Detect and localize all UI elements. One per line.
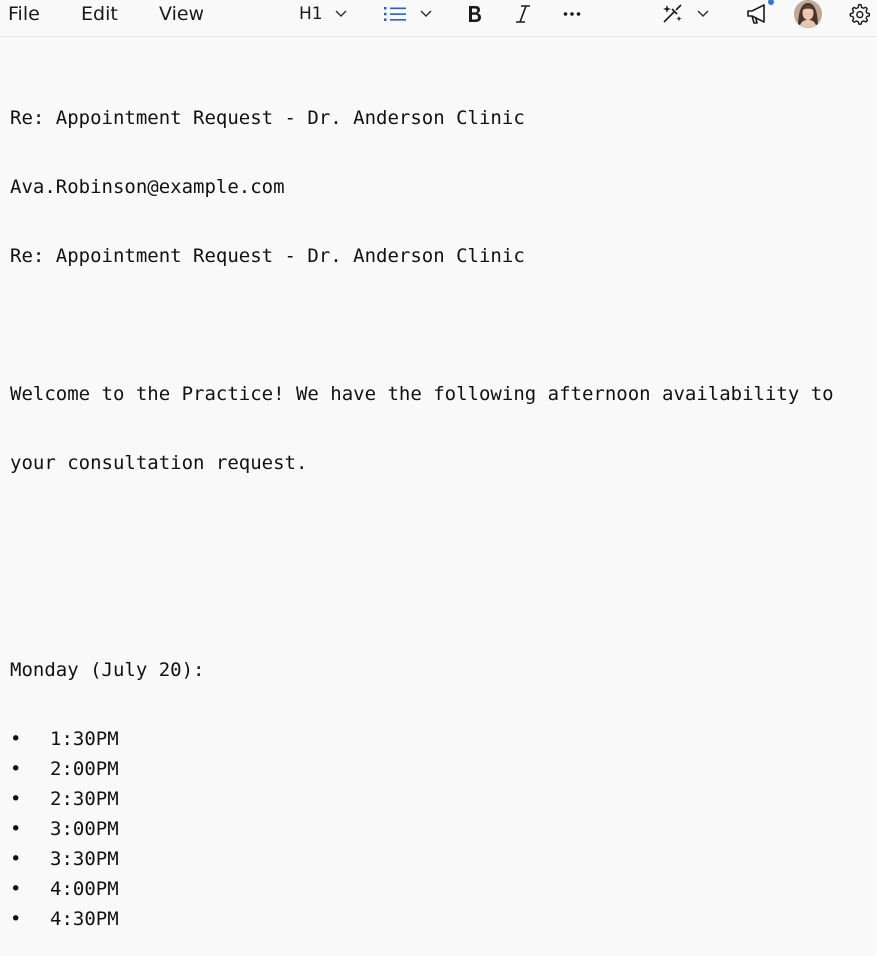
menu-view[interactable]: View	[159, 3, 204, 25]
more-button[interactable]	[563, 0, 581, 28]
subject-line: Re: Appointment Request - Dr. Anderson C…	[10, 107, 525, 129]
list-item: • 3:00PM	[10, 814, 877, 844]
list-item: • 1:30PM	[10, 724, 877, 754]
time-slot: 2:30PM	[50, 788, 119, 810]
body-line: your consultation request.	[10, 452, 308, 474]
list-dropdown[interactable]	[384, 0, 432, 28]
list-item: • 4:00PM	[10, 874, 877, 904]
bullet-icon: •	[10, 848, 22, 870]
time-slot: 3:00PM	[50, 818, 119, 840]
time-slot: 3:30PM	[50, 848, 119, 870]
megaphone-icon	[746, 3, 770, 25]
menu-edit[interactable]: Edit	[81, 3, 118, 25]
italic-icon	[515, 4, 531, 24]
email-address: Ava.Robinson@example.com	[10, 176, 285, 198]
chevron-down-icon	[420, 10, 432, 18]
time-slot-list: • 1:30PM • 2:00PM • 2:30PM • 3:00PM • 3:30PM • 4:00…	[10, 724, 877, 934]
time-slot: 4:00PM	[50, 878, 119, 900]
menu-file[interactable]: File	[8, 3, 40, 25]
bullet-icon: •	[10, 818, 22, 840]
list-item: • 2:00PM	[10, 754, 877, 784]
bullet-icon: •	[10, 728, 22, 750]
bullet-icon: •	[10, 758, 22, 780]
bold-icon	[467, 4, 483, 24]
heading-dropdown[interactable]: H1	[299, 0, 347, 28]
list-item: • 4:30PM	[10, 904, 877, 934]
avatar[interactable]	[794, 0, 822, 28]
bullet-icon: •	[10, 878, 22, 900]
notification-dot	[768, 0, 774, 5]
subject-line-repeat: Re: Appointment Request - Dr. Anderson C…	[10, 245, 525, 267]
chevron-down-icon	[335, 10, 347, 18]
bold-button[interactable]	[467, 0, 483, 28]
time-slot: 1:30PM	[50, 728, 119, 750]
feedback-button[interactable]	[746, 0, 770, 28]
email-editor[interactable]: Re: Appointment Request - Dr. Anderson C…	[10, 62, 877, 956]
time-slot: 2:00PM	[50, 758, 119, 780]
bullet-icon: •	[10, 908, 22, 930]
time-slot: 4:30PM	[50, 908, 119, 930]
toolbar: File Edit View H1	[0, 0, 877, 37]
list-item: • 3:30PM	[10, 844, 877, 874]
chevron-down-icon	[697, 10, 709, 18]
bullet-list-icon	[384, 6, 406, 22]
italic-button[interactable]	[515, 0, 531, 28]
gear-icon	[848, 3, 870, 25]
day-heading: Monday (July 20):	[10, 659, 205, 681]
settings-button[interactable]	[848, 0, 870, 28]
heading-label: H1	[299, 4, 323, 24]
list-item: • 2:30PM	[10, 784, 877, 814]
more-icon	[563, 11, 581, 17]
bullet-icon: •	[10, 788, 22, 810]
body-line: Welcome to the Practice! We have the fol…	[10, 383, 834, 405]
copilot-dropdown[interactable]	[661, 0, 709, 28]
copilot-icon	[661, 3, 685, 25]
